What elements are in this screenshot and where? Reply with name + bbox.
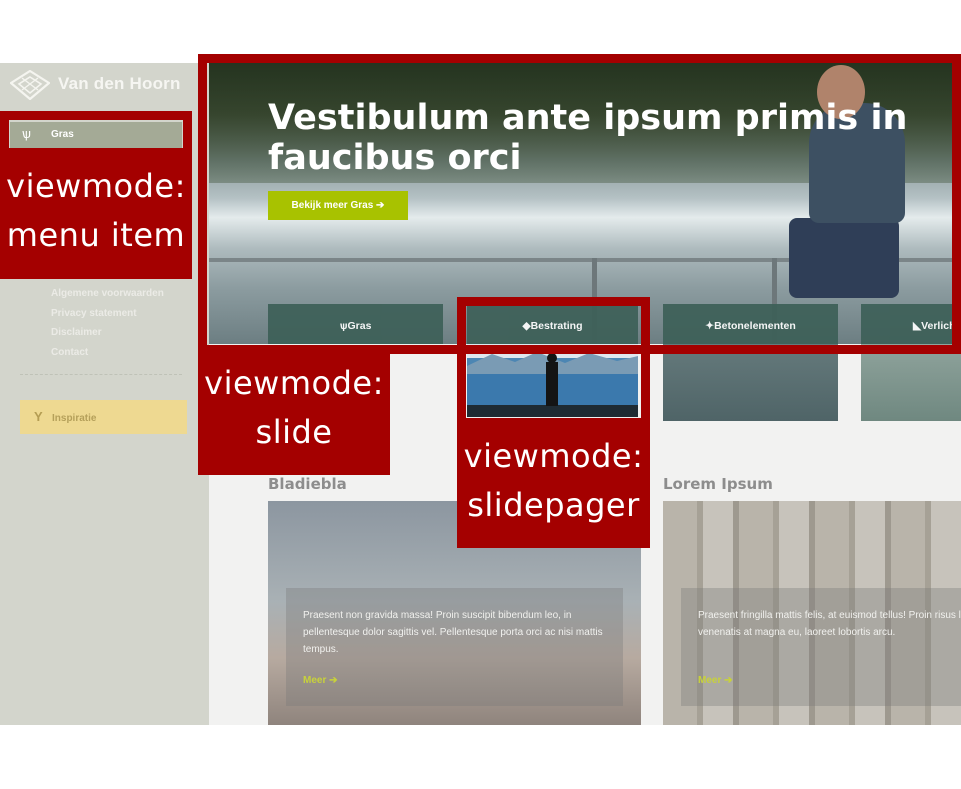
divider <box>20 374 182 375</box>
annotation-slidepager: viewmode: slidepager <box>457 418 650 548</box>
inspiratie-label: Inspiratie <box>52 413 97 424</box>
thumb-betonelementen[interactable] <box>663 344 838 421</box>
link-contact[interactable]: Contact <box>51 346 164 366</box>
more-link-bladiebla[interactable]: Meer ➔ <box>303 675 338 686</box>
arrow-right-icon: ➔ <box>329 675 338 686</box>
annotation-menu-item: viewmode: menu item <box>0 148 192 279</box>
sprout-icon: Y <box>34 409 43 424</box>
logo-icon[interactable] <box>10 70 50 100</box>
link-privacy-statement[interactable]: Privacy statement <box>51 307 164 327</box>
thumb-verlichting[interactable] <box>861 344 961 421</box>
section-title-lorem-ipsum: Lorem Ipsum <box>663 475 773 493</box>
arrow-right-icon: ➔ <box>724 675 733 686</box>
brand-name[interactable]: Van den Hoorn <box>58 74 181 94</box>
more-link-lorem-ipsum[interactable]: Meer ➔ <box>698 675 733 686</box>
link-disclaimer[interactable]: Disclaimer <box>51 326 164 346</box>
inspiratie-button[interactable]: Y Inspiratie <box>20 400 187 434</box>
annotation-frame-slidepager <box>457 297 650 427</box>
card-text-lorem-ipsum: Praesent fringilla mattis felis, at euis… <box>698 610 961 638</box>
link-algemene-voorwaarden[interactable]: Algemene voorwaarden <box>51 287 164 307</box>
card-text-bladiebla: Praesent non gravida massa! Proin suscip… <box>303 610 603 655</box>
card-text-box-lorem-ipsum <box>681 588 961 706</box>
annotation-slide: viewmode: slide <box>198 345 390 475</box>
section-title-bladiebla: Bladiebla <box>268 475 347 493</box>
footer-links: Algemene voorwaarden Privacy statement D… <box>51 287 164 365</box>
